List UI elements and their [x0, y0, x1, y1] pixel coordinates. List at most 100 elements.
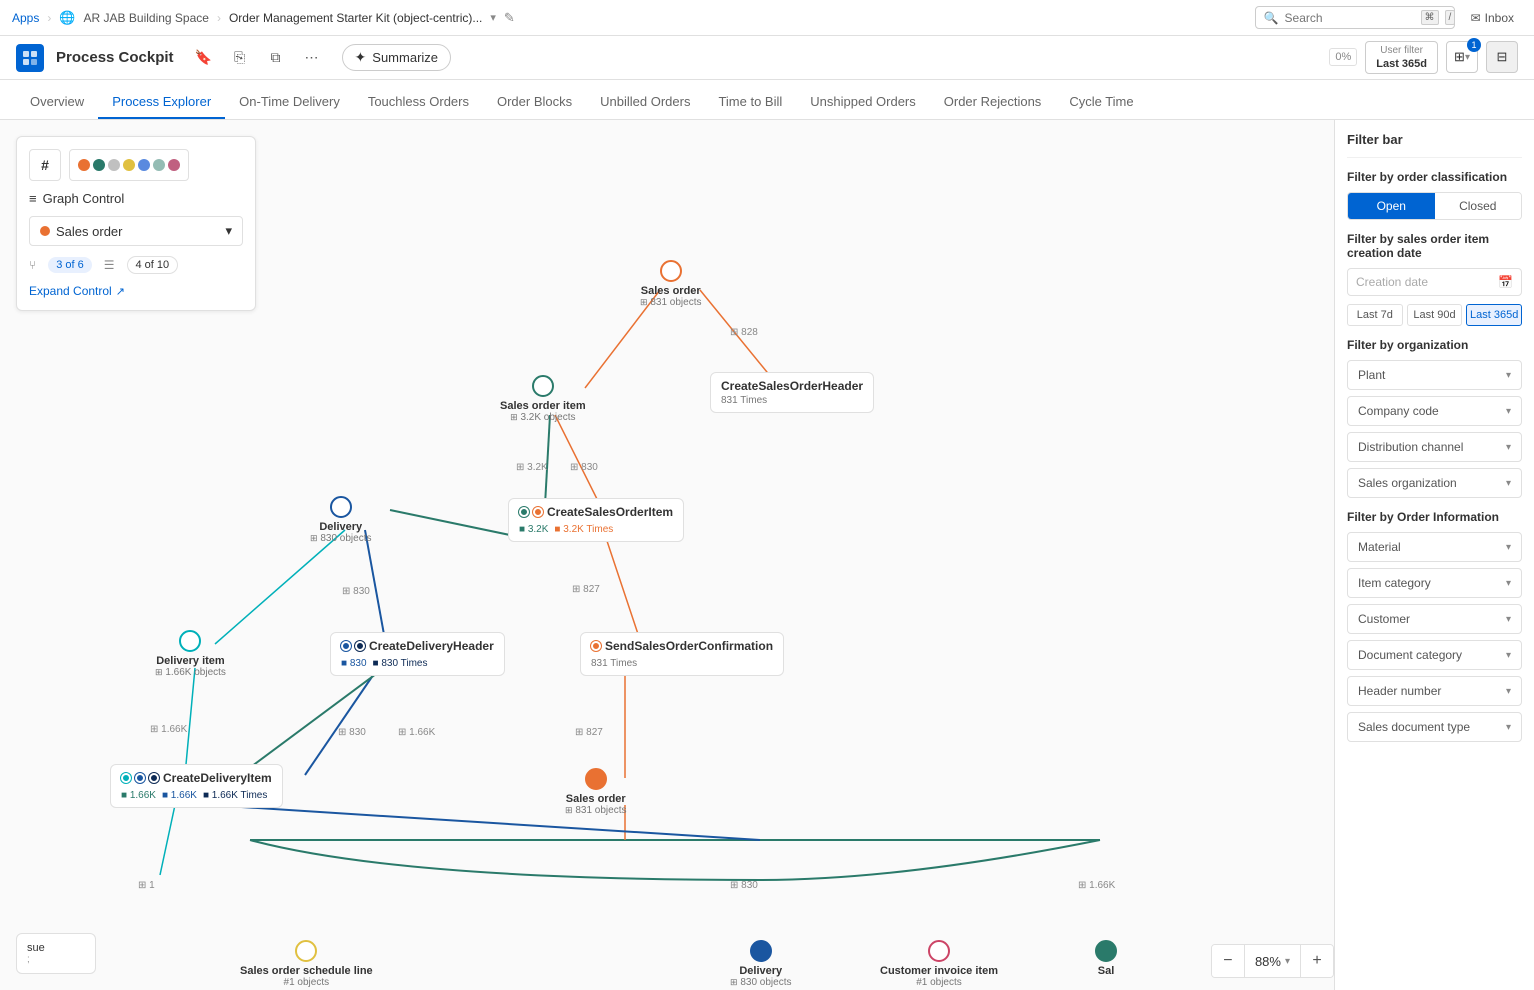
node-delivery-item[interactable]: Delivery item ⊞ 1.66K objects — [155, 630, 226, 678]
tab-process-explorer[interactable]: Process Explorer — [98, 86, 225, 119]
inbox-label: Inbox — [1485, 11, 1514, 25]
distribution-channel-dropdown[interactable]: Distribution channel ▾ — [1347, 432, 1522, 462]
sales-organization-dropdown[interactable]: Sales organization ▾ — [1347, 468, 1522, 498]
node-sales-order-item-label: Sales order item — [500, 400, 586, 412]
inbox-button[interactable]: ✉ Inbox — [1463, 8, 1522, 28]
activity-stats-cdh: ■ 830 ■ 830 Times — [341, 658, 494, 669]
share-button[interactable]: ⧉ — [262, 44, 290, 72]
search-input[interactable] — [1285, 11, 1415, 25]
bookmark-button[interactable]: 🔖 — [190, 44, 218, 72]
nodes-badge[interactable]: 3 of 6 — [48, 257, 92, 273]
activity-create-delivery-header[interactable]: CreateDeliveryHeader ■ 830 ■ 830 Times — [330, 632, 505, 676]
node-sal[interactable]: Sal — [1095, 940, 1117, 977]
graph-control-header: ≡ Graph Control — [29, 191, 243, 206]
last-7d-button[interactable]: Last 7d — [1347, 304, 1403, 326]
kbd1: ⌘ — [1421, 10, 1439, 25]
activity-create-sales-item[interactable]: CreateSalesOrderItem ■ 3.2K ■ 3.2K Times — [508, 498, 684, 542]
hash-view-button[interactable]: # — [29, 149, 61, 181]
expand-control-button[interactable]: Expand Control ↗ — [29, 284, 243, 298]
svg-text:⊞ 828: ⊞ 828 — [730, 327, 758, 338]
plant-chevron: ▾ — [1506, 370, 1511, 381]
closed-filter-button[interactable]: Closed — [1435, 193, 1522, 219]
tab-time-to-bill[interactable]: Time to Bill — [704, 86, 796, 119]
sidebar-toggle-button[interactable]: ⊟ — [1486, 41, 1518, 73]
node-sales-order[interactable]: Sales order ⊞ 831 objects — [640, 260, 701, 308]
company-code-dropdown[interactable]: Company code ▾ — [1347, 396, 1522, 426]
material-dropdown[interactable]: Material ▾ — [1347, 532, 1522, 562]
last-90d-button[interactable]: Last 90d — [1407, 304, 1463, 326]
node-delivery-item-count: ⊞ 1.66K objects — [155, 667, 226, 678]
apps-link[interactable]: Apps — [12, 11, 39, 25]
zoom-out-button[interactable]: − — [1212, 945, 1244, 977]
creation-date-input[interactable]: Creation date 📅 — [1347, 268, 1522, 296]
svg-text:⊞ 830: ⊞ 830 — [342, 586, 370, 597]
node-delivery-bottom[interactable]: Delivery ⊞ 830 objects — [730, 940, 791, 988]
activity-send-confirmation[interactable]: SendSalesOrderConfirmation 831 Times — [580, 632, 784, 676]
tab-order-rejections[interactable]: Order Rejections — [930, 86, 1056, 119]
node-delivery[interactable]: Delivery ⊞ 830 objects — [310, 496, 371, 544]
node-sales-order-mid[interactable]: Sales order ⊞ 831 objects — [565, 768, 626, 816]
calendar-icon: 📅 — [1498, 275, 1513, 289]
filter-order-classification-title: Filter by order classification — [1347, 170, 1522, 184]
tab-touchless-orders[interactable]: Touchless Orders — [354, 86, 483, 119]
nav-dropdown-icon[interactable]: ▾ — [490, 11, 496, 24]
open-filter-button[interactable]: Open — [1348, 193, 1435, 219]
zoom-in-button[interactable]: + — [1301, 945, 1333, 977]
graph-control-title: Graph Control — [43, 191, 125, 206]
item-category-dropdown[interactable]: Item category ▾ — [1347, 568, 1522, 598]
inbox-icon: ✉ — [1471, 11, 1481, 25]
node-sales-order-item[interactable]: Sales order item ⊞ 3.2K objects — [500, 375, 586, 423]
zoom-chevron[interactable]: ▾ — [1285, 956, 1290, 967]
filter-organization-title: Filter by organization — [1347, 338, 1522, 352]
filter-dropdown-arrow[interactable]: ▾ — [1465, 52, 1470, 63]
node-customer-invoice[interactable]: Customer invoice item #1 objects — [880, 940, 998, 988]
filter-icon-button[interactable]: ⊞ 1 ▾ — [1446, 41, 1478, 73]
main-content: ⊞ 828 ⊞ 3.2K ⊞ 830 ⊞ 827 ⊞ 830 ⊞ 1.66K ⊞… — [0, 120, 1534, 990]
sales-document-type-label: Sales document type — [1358, 720, 1470, 734]
sales-organization-label: Sales organization — [1358, 476, 1457, 490]
activity-dots-cdh: CreateDeliveryHeader — [341, 639, 494, 653]
tab-overview[interactable]: Overview — [16, 86, 98, 119]
node-sal-label: Sal — [1095, 965, 1117, 977]
copy-button[interactable]: ⎘ — [226, 44, 254, 72]
node-sales-order-schedule[interactable]: Sales order schedule line #1 objects — [240, 940, 373, 988]
user-filter-button[interactable]: User filter Last 365d — [1365, 41, 1438, 74]
search-box[interactable]: 🔍 ⌘ / — [1255, 6, 1455, 29]
graph-control-dropdown[interactable]: Sales order ▾ — [29, 216, 243, 246]
toolbar-right: 0% User filter Last 365d ⊞ 1 ▾ ⊟ — [1329, 41, 1518, 74]
item-category-label: Item category — [1358, 576, 1431, 590]
svg-text:⊞ 830: ⊞ 830 — [730, 880, 758, 891]
nav-edit-icon[interactable]: ✎ — [504, 10, 515, 26]
process-canvas[interactable]: ⊞ 828 ⊞ 3.2K ⊞ 830 ⊞ 827 ⊞ 830 ⊞ 1.66K ⊞… — [0, 120, 1334, 990]
activity-create-delivery-item[interactable]: CreateDeliveryItem ■ 1.66K ■ 1.66K ■ 1.6… — [110, 764, 283, 808]
zoom-value[interactable]: 88% ▾ — [1244, 945, 1301, 977]
tab-order-blocks[interactable]: Order Blocks — [483, 86, 586, 119]
filter-bar-title: Filter bar — [1347, 132, 1522, 158]
sales-document-type-dropdown[interactable]: Sales document type ▾ — [1347, 712, 1522, 742]
svg-text:⊞ 1.66K: ⊞ 1.66K — [1078, 880, 1116, 891]
nav2[interactable]: Order Management Starter Kit (object-cen… — [229, 11, 482, 25]
tab-unshipped-orders[interactable]: Unshipped Orders — [796, 86, 930, 119]
document-category-dropdown[interactable]: Document category ▾ — [1347, 640, 1522, 670]
activity-stats-cdi: ■ 1.66K ■ 1.66K ■ 1.66K Times — [121, 790, 272, 801]
edges-badge[interactable]: 4 of 10 — [127, 256, 179, 274]
tab-ontime-delivery[interactable]: On-Time Delivery — [225, 86, 354, 119]
activity-create-sales-header[interactable]: CreateSalesOrderHeader 831 Times — [710, 372, 874, 413]
summarize-button[interactable]: ✦ Summarize — [342, 44, 451, 71]
nav1[interactable]: AR JAB Building Space — [84, 11, 209, 25]
tab-unbilled-orders[interactable]: Unbilled Orders — [586, 86, 704, 119]
tab-cycle-time[interactable]: Cycle Time — [1055, 86, 1147, 119]
node-sales-order-mid-label: Sales order — [565, 793, 626, 805]
node-schedule-label: Sales order schedule line — [240, 965, 373, 977]
svg-text:⊞ 1: ⊞ 1 — [138, 880, 155, 891]
last-365d-button[interactable]: Last 365d — [1466, 304, 1522, 326]
user-card: sue ; — [16, 933, 96, 974]
more-button[interactable]: ⋯ — [298, 44, 326, 72]
plant-dropdown[interactable]: Plant ▾ — [1347, 360, 1522, 390]
graph-control-panel: # ≡ Graph Control Sales order — [16, 136, 256, 311]
sales-document-type-chevron: ▾ — [1506, 722, 1511, 733]
header-number-dropdown[interactable]: Header number ▾ — [1347, 676, 1522, 706]
node-invoice-count: #1 objects — [880, 977, 998, 988]
customer-dropdown[interactable]: Customer ▾ — [1347, 604, 1522, 634]
user-name: sue — [27, 942, 85, 954]
